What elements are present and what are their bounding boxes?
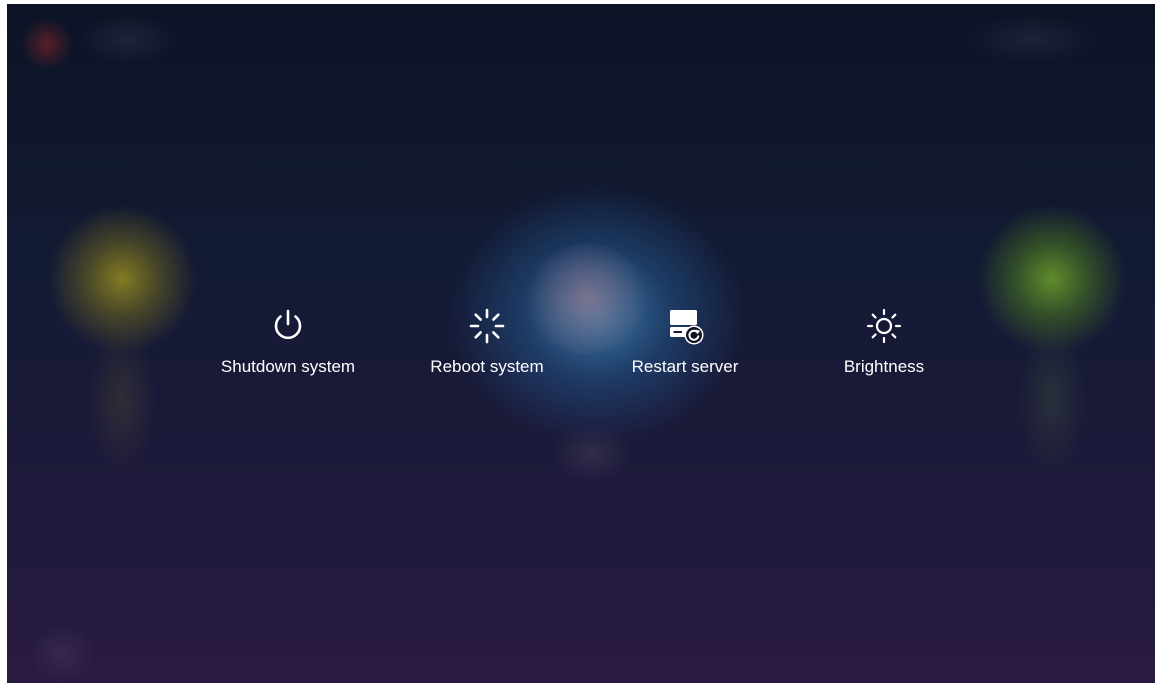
power-icon bbox=[266, 304, 310, 348]
reboot-system-button[interactable]: Reboot system bbox=[402, 304, 572, 390]
reboot-system-label: Reboot system bbox=[430, 357, 544, 376]
sun-icon bbox=[862, 304, 906, 348]
power-menu-screen: Shutdown system Reboot system Restart se… bbox=[7, 4, 1155, 683]
brightness-button[interactable]: Brightness bbox=[799, 304, 969, 390]
brightness-label: Brightness bbox=[843, 357, 925, 376]
restart-server-button[interactable]: Restart server bbox=[600, 304, 770, 390]
server-restart-icon bbox=[663, 304, 707, 348]
power-menu: Shutdown system Reboot system Restart se… bbox=[7, 4, 1155, 683]
shutdown-system-button[interactable]: Shutdown system bbox=[203, 304, 373, 390]
shutdown-system-label: Shutdown system bbox=[220, 357, 356, 376]
loading-spinner-icon bbox=[465, 304, 509, 348]
restart-server-label: Restart server bbox=[631, 357, 739, 376]
